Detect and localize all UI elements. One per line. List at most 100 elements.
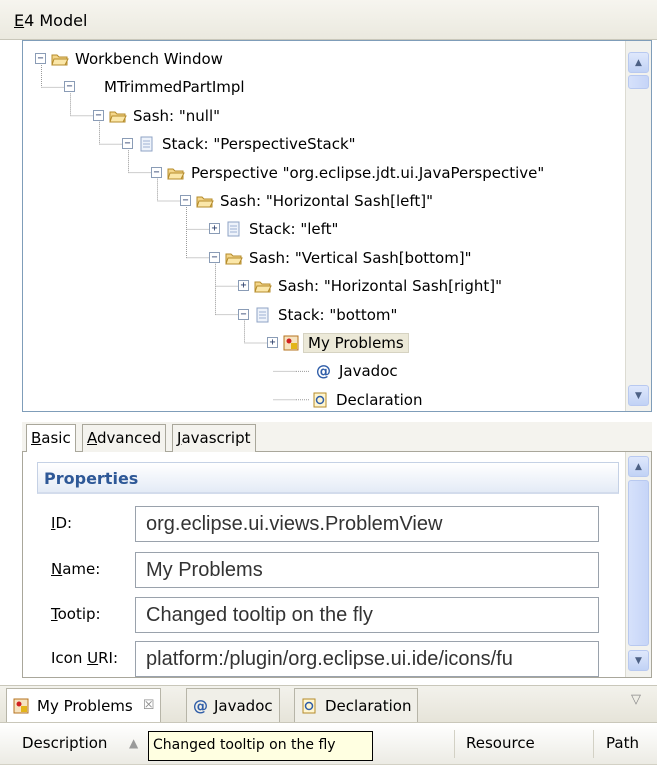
tab-declaration[interactable]: Declaration	[294, 688, 419, 722]
tree-node-label: Sash: "Vertical Sash[bottom]"	[249, 248, 472, 267]
tree-collapse-toggle[interactable]: −	[209, 251, 220, 263]
tree-node[interactable]: @ Javadoc	[312, 358, 398, 384]
problems-icon	[283, 335, 299, 351]
icon-uri-label-mnemonic: U	[87, 649, 99, 667]
chevron-down-icon: ▼	[635, 655, 642, 666]
tree-node-label: Javadoc	[339, 362, 398, 381]
model-tree[interactable]: − Workbench Window − MTrimmedPartImpl − Sash:…	[22, 40, 652, 412]
declaration-icon	[313, 392, 327, 408]
tree-node[interactable]: Declaration	[312, 387, 423, 411]
tree-expand-toggle[interactable]: +	[209, 223, 220, 235]
tree-collapse-toggle[interactable]: −	[122, 138, 133, 150]
tree-node[interactable]: Workbench Window	[51, 46, 223, 72]
properties-panel: Properties ID: Name: Tootip: Icon URI: ▲…	[22, 452, 652, 678]
javadoc-icon: @	[316, 362, 331, 381]
tree-node[interactable]: Stack: "PerspectiveStack"	[138, 131, 356, 157]
chevron-down-icon: ▼	[635, 390, 642, 401]
tree-node-label: Stack: "PerspectiveStack"	[162, 135, 356, 154]
tree-collapse-toggle[interactable]: −	[151, 166, 162, 178]
tree-collapse-toggle[interactable]: −	[35, 53, 46, 64]
folder-open-icon	[254, 281, 272, 293]
model-view-title-bar[interactable]: E4 Model	[0, 0, 657, 40]
tab-javadoc[interactable]: @ Javadoc	[186, 688, 280, 722]
close-icon[interactable]: ☒	[143, 698, 155, 713]
tree-node-label: MTrimmedPartImpl	[104, 78, 245, 97]
tab-my-problems[interactable]: My Problems ☒	[6, 688, 162, 722]
document-icon	[227, 221, 240, 237]
column-separator[interactable]	[593, 730, 594, 758]
tree-node[interactable]: Stack: "left"	[225, 216, 338, 242]
tooltip-label: Tootip:	[51, 605, 101, 623]
name-label-text: ame:	[62, 560, 101, 578]
tree-scroll-thumb[interactable]	[628, 75, 649, 89]
tree-expand-toggle[interactable]: +	[267, 337, 278, 348]
document-icon	[256, 307, 269, 323]
view-menu-icon[interactable]: ▽	[631, 692, 641, 707]
folder-open-icon	[225, 253, 243, 265]
model-view-title-mnemonic: E	[14, 11, 25, 30]
tree-collapse-toggle[interactable]: −	[238, 308, 249, 320]
tab-advanced-mnemonic: A	[87, 429, 97, 447]
tab-basic[interactable]: Basic	[26, 424, 76, 453]
tree-node[interactable]: MTrimmedPartImpl	[80, 74, 245, 100]
tab-advanced[interactable]: Advanced	[82, 424, 167, 452]
tree-node[interactable]: Stack: "bottom"	[254, 302, 397, 328]
column-description[interactable]: Description	[22, 734, 107, 752]
tree-node-label: Sash: "Horizontal Sash[left]"	[220, 192, 434, 210]
properties-section-header[interactable]: Properties	[37, 462, 619, 494]
tab-my-problems-label: My Problems	[37, 696, 133, 715]
tree-node[interactable]: Sash: "Horizontal Sash[right]"	[254, 273, 502, 299]
name-field[interactable]	[135, 552, 599, 588]
icon-uri-field[interactable]	[135, 641, 599, 677]
tree-collapse-toggle[interactable]: −	[180, 195, 191, 206]
problems-icon	[13, 698, 29, 713]
chevron-up-icon: ▲	[635, 57, 642, 68]
properties-scroll-down-button[interactable]: ▼	[628, 650, 649, 671]
declaration-icon	[302, 698, 316, 713]
sort-up-icon: ▲	[129, 736, 139, 750]
column-resource[interactable]: Resource	[466, 734, 535, 752]
properties-scroll-thumb[interactable]	[628, 480, 649, 646]
chevron-up-icon: ▲	[635, 461, 642, 472]
tree-node-label: My Problems	[303, 333, 409, 353]
tree-node-label: Sash: "null"	[133, 106, 221, 125]
tab-basic-mnemonic: B	[31, 429, 42, 447]
properties-scroll-up-button[interactable]: ▲	[628, 456, 649, 477]
tree-node[interactable]: My Problems	[283, 330, 409, 356]
tree-node-label: Declaration	[336, 390, 423, 409]
id-label-text: D:	[55, 514, 73, 532]
tooltip-label-text: ootip:	[57, 605, 101, 623]
tab-advanced-label: dvanced	[97, 429, 162, 447]
tree-expand-toggle[interactable]: +	[238, 280, 249, 292]
tree-node-label: Perspective "org.eclipse.jdt.ui.JavaPers…	[191, 163, 545, 182]
properties-vertical-scrollbar[interactable]: ▲ ▼	[625, 452, 651, 677]
tooltip-label-mnemonic: T	[51, 605, 58, 623]
tree-node-label: Stack: "bottom"	[278, 305, 398, 324]
properties-section-title: Properties	[44, 469, 139, 488]
tree-vertical-scrollbar[interactable]: ▲ ▼	[625, 41, 651, 411]
tree-collapse-toggle[interactable]: −	[64, 81, 75, 93]
name-label: Name:	[51, 560, 100, 578]
tree-node-label: Stack: "left"	[249, 220, 339, 239]
folder-open-icon	[167, 168, 185, 180]
model-view-title-rest: 4 Model	[24, 11, 88, 30]
tree-node[interactable]: Sash: "null"	[109, 103, 220, 129]
id-field[interactable]	[135, 506, 599, 542]
javadoc-icon: @	[193, 696, 208, 715]
column-path[interactable]: Path	[606, 734, 639, 752]
column-separator[interactable]	[454, 730, 455, 758]
tree-node[interactable]: Sash: "Horizontal Sash[left]"	[196, 188, 433, 214]
tooltip-popup: Changed tooltip on the fly	[148, 731, 373, 761]
eclipse-window: E4 Model − Workbench Window − MTrimmedPartI…	[0, 0, 657, 765]
model-view-title: E4 Model	[14, 11, 87, 30]
tree-node[interactable]: Sash: "Vertical Sash[bottom]"	[225, 245, 472, 271]
tree-collapse-toggle[interactable]: −	[93, 109, 104, 121]
tree-node[interactable]: Perspective "org.eclipse.jdt.ui.JavaPers…	[167, 160, 544, 186]
tab-javascript[interactable]: Javascript	[172, 424, 256, 452]
icon-uri-label: Icon URI:	[51, 649, 118, 667]
tooltip-field[interactable]	[135, 597, 599, 633]
tab-basic-label: asic	[41, 429, 71, 447]
property-tabs: Basic Advanced Javascript	[22, 422, 652, 453]
tree-scroll-up-button[interactable]: ▲	[628, 52, 649, 73]
tree-scroll-down-button[interactable]: ▼	[628, 385, 649, 406]
